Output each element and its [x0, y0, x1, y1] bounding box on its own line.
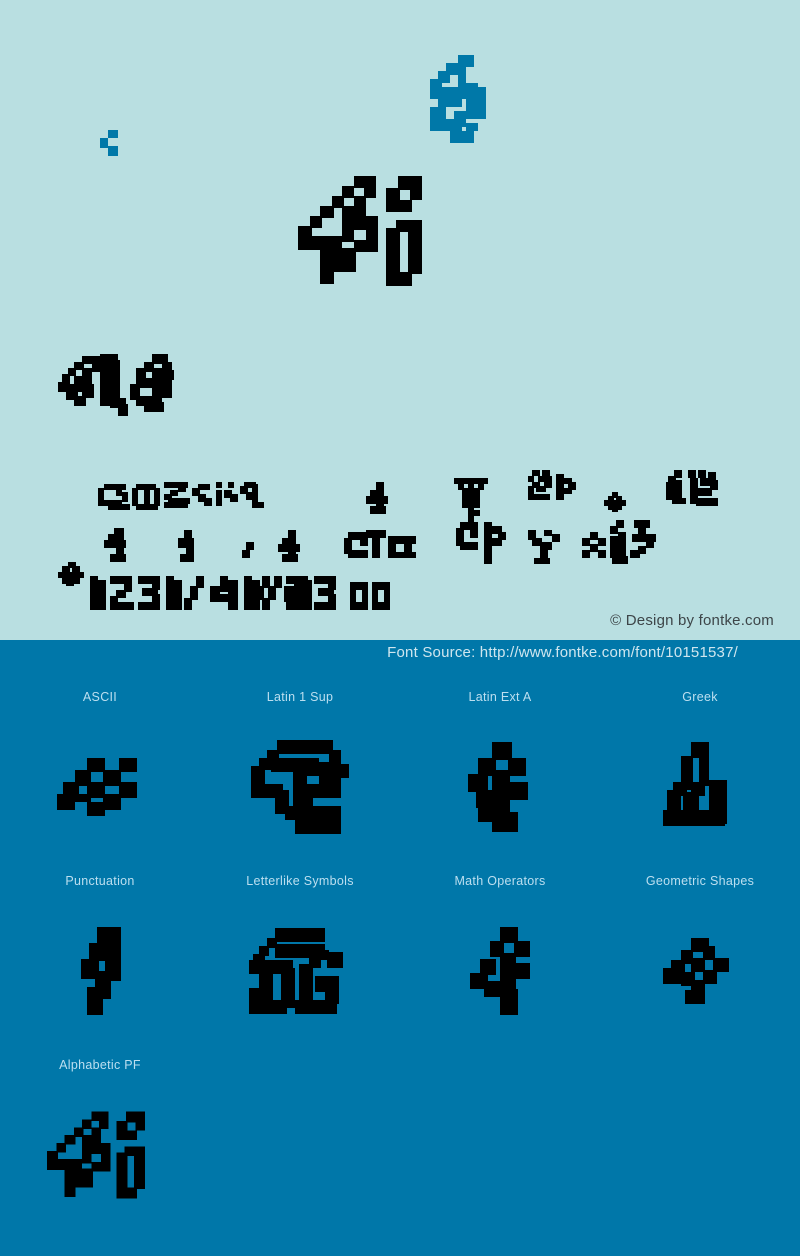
- swatch-label-latinexta: Latin Ext A: [468, 690, 532, 704]
- specimen-glyph-medium-triple: [58, 352, 190, 420]
- swatch-cell-mathops[interactable]: Math Operators: [400, 864, 600, 1048]
- specimen-glyph-row5-e: [344, 528, 420, 566]
- specimen-glyph-row5-b: [176, 530, 200, 564]
- specimen-glyph-row5-g: [528, 530, 562, 566]
- swatch-grid: ASCII Latin 1 Sup Latin Ext A Greek Punc…: [0, 680, 800, 1232]
- specimen-glyph-row4-cluster-a: [96, 478, 286, 520]
- swatch-row: ASCII Latin 1 Sup Latin Ext A Greek: [0, 680, 800, 864]
- swatch-art-alphabeticpf: [0, 1082, 200, 1228]
- swatch-cell-latin1sup[interactable]: Latin 1 Sup: [200, 680, 400, 864]
- specimen-glyph-diamond-small: [604, 492, 626, 512]
- specimen-glyph-pair: [528, 470, 584, 512]
- swatch-cell-latinexta[interactable]: Latin Ext A: [400, 680, 600, 864]
- specimen-glyph-small-left: [100, 130, 126, 156]
- swatch-label-greek: Greek: [682, 690, 718, 704]
- specimen-glyph-diamond-lead: [58, 562, 84, 586]
- swatch-art-punctuation: [0, 898, 200, 1044]
- font-source-text: Font Source: http://www.fontke.com/font/…: [387, 644, 738, 661]
- swatch-label-latin1sup: Latin 1 Sup: [266, 690, 334, 704]
- swatch-cell-greek[interactable]: Greek: [600, 680, 800, 864]
- swatch-art-latinexta: [400, 714, 600, 860]
- specimen-glyph-comma: [242, 542, 258, 562]
- specimen-glyph-row5-h: [582, 520, 664, 566]
- swatch-cell-geometric[interactable]: Geometric Shapes: [600, 864, 800, 1048]
- swatch-label-letterlike: Letterlike Symbols: [246, 874, 354, 888]
- specimen-glyph-display: [298, 176, 432, 286]
- specimen-glyph-column: [452, 476, 490, 526]
- specimen-glyph-row5-f: [456, 522, 510, 566]
- copyright-text: © Design by fontke.com: [610, 612, 774, 629]
- swatch-art-mathops: [400, 898, 600, 1044]
- swatch-cell-letterlike[interactable]: Letterlike Symbols: [200, 864, 400, 1048]
- specimen-glyph-row4-cluster-b: [666, 470, 724, 514]
- swatch-art-latin1sup: [200, 714, 400, 860]
- swatch-label-alphabeticpf: Alphabetic PF: [59, 1058, 141, 1072]
- swatch-art-ascii: [0, 714, 200, 860]
- swatch-art-letterlike: [200, 898, 400, 1044]
- swatch-panel: Font Source: http://www.fontke.com/font/…: [0, 640, 800, 1256]
- specimen-glyph-row5-d: [276, 530, 304, 564]
- specimen-glyph-row4-single: [364, 482, 392, 518]
- swatch-art-greek: [600, 714, 800, 860]
- specimen-glyph-accent-top: [430, 55, 486, 147]
- swatch-label-geometric: Geometric Shapes: [645, 874, 755, 888]
- swatch-cell-empty: [400, 1048, 600, 1232]
- swatch-art-geometric: [600, 898, 800, 1044]
- swatch-row: Alphabetic PF: [0, 1048, 800, 1232]
- swatch-cell-alphabeticpf[interactable]: Alphabetic PF: [0, 1048, 200, 1232]
- swatch-cell-empty: [600, 1048, 800, 1232]
- swatch-row: Punctuation Letterlike Symbols Math Oper…: [0, 864, 800, 1048]
- specimen-glyph-fraction-three-quarters: [248, 576, 332, 618]
- swatch-label-punctuation: Punctuation: [65, 874, 135, 888]
- swatch-cell-empty: [200, 1048, 400, 1232]
- specimen-glyph-final-pair: [350, 582, 390, 612]
- swatch-cell-ascii[interactable]: ASCII: [0, 680, 200, 864]
- font-specimen-page: © Design by fontke.com Font Source: http…: [0, 0, 800, 1256]
- swatch-label-mathops: Math Operators: [454, 874, 546, 888]
- swatch-cell-punctuation[interactable]: Punctuation: [0, 864, 200, 1048]
- specimen-panel: © Design by fontke.com: [0, 0, 800, 640]
- specimen-glyph-row5-a: [104, 528, 132, 564]
- swatch-label-ascii: ASCII: [82, 690, 118, 704]
